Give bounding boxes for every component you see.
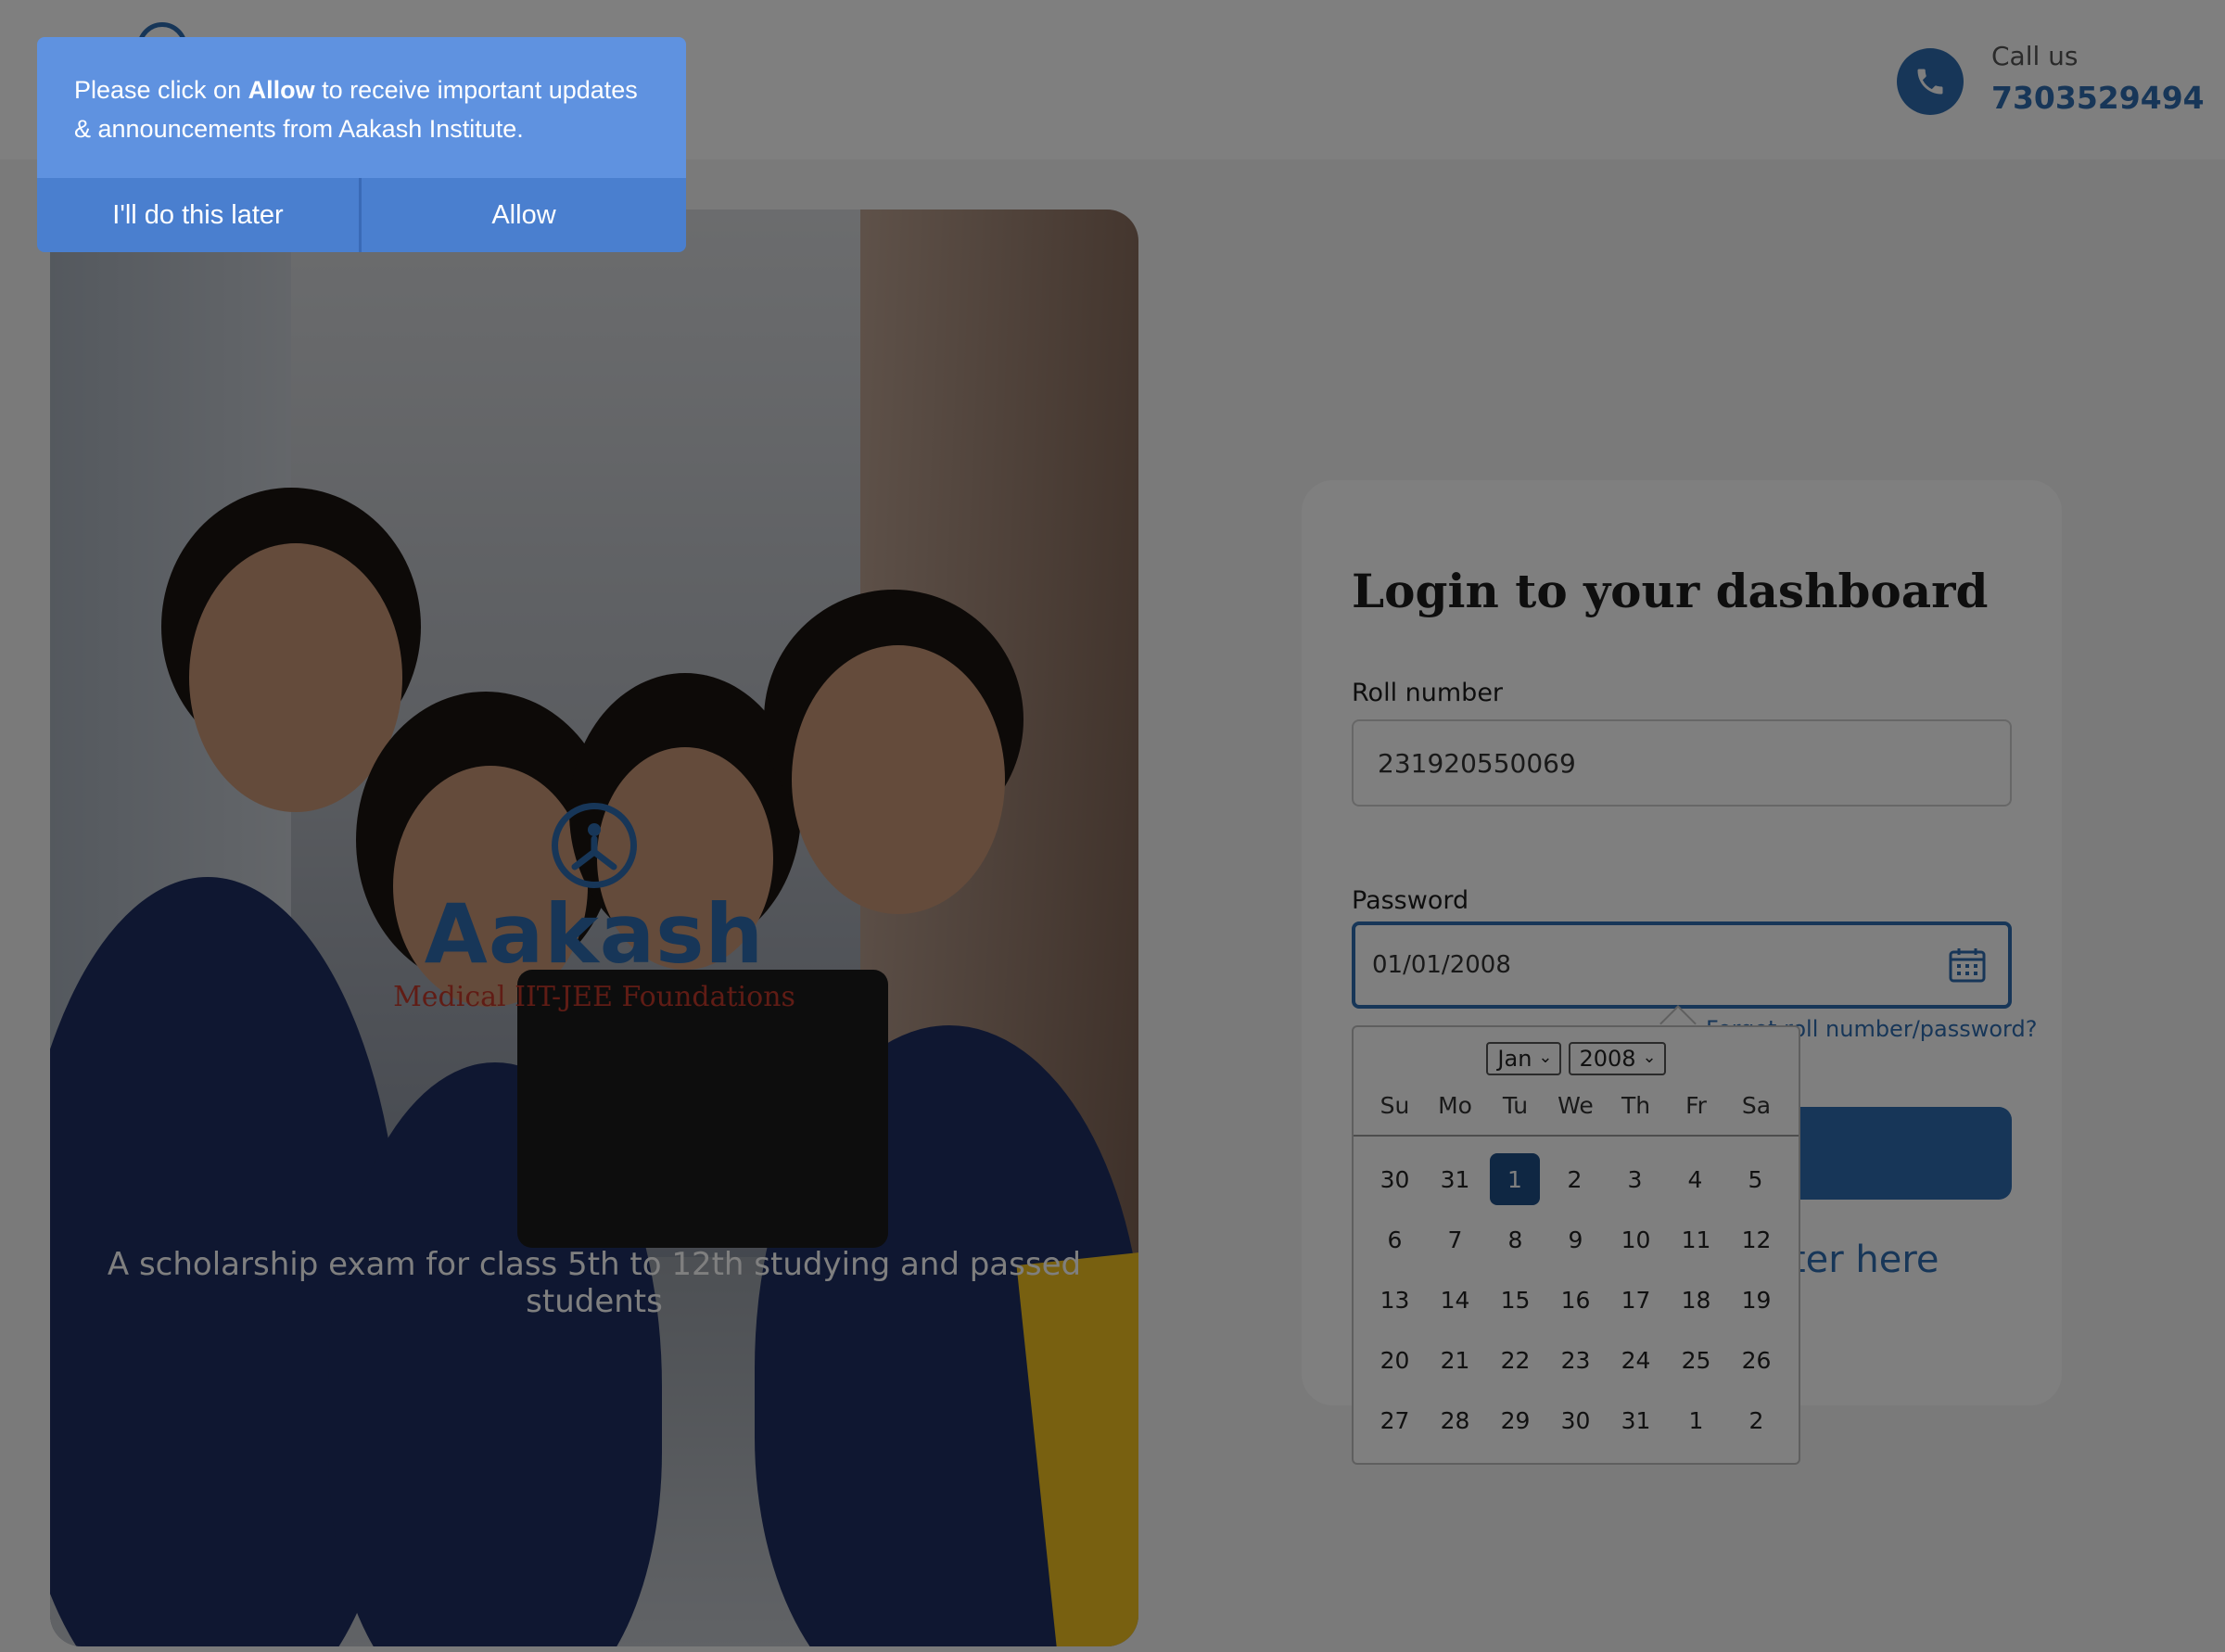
day-cell[interactable]: 12 (1726, 1214, 1786, 1265)
day-cell[interactable]: 5 (1725, 1153, 1786, 1205)
datepicker-header: Jan ⌄ 2008 ⌄ (1354, 1042, 1799, 1075)
day-cell[interactable]: 30 (1365, 1153, 1425, 1205)
day-cell[interactable]: 10 (1606, 1214, 1666, 1265)
day-cell-selected[interactable]: 1 (1490, 1153, 1540, 1205)
hero-image: Aakash Medical IIT-JEE Foundations A sch… (50, 210, 1138, 1646)
day-cell[interactable]: 17 (1606, 1274, 1666, 1326)
call-number-link[interactable]: 7303529494 (1991, 80, 2205, 116)
weekday-label: Sa (1741, 1092, 1772, 1119)
day-cell[interactable]: 6 (1365, 1214, 1425, 1265)
weekday-label: Th (1621, 1092, 1651, 1119)
day-cell[interactable]: 14 (1425, 1274, 1485, 1326)
day-cell[interactable]: 22 (1485, 1334, 1545, 1386)
password-label: Password (1352, 886, 1469, 915)
call-us-label: Call us (1991, 41, 2079, 71)
day-cell[interactable]: 1 (1666, 1394, 1726, 1446)
day-cell[interactable]: 16 (1545, 1274, 1606, 1326)
push-prompt-message: Please click on Allow to receive importa… (37, 37, 686, 178)
day-cell[interactable]: 2 (1545, 1153, 1605, 1205)
do-later-button[interactable]: I'll do this later (37, 178, 362, 252)
day-cell[interactable]: 20 (1365, 1334, 1425, 1386)
day-cell[interactable]: 3 (1605, 1153, 1665, 1205)
day-cell[interactable]: 13 (1365, 1274, 1425, 1326)
login-title: Login to your dashboard (1352, 564, 1989, 618)
allow-button[interactable]: Allow (362, 178, 686, 252)
week-row: 30 31 1 2 3 4 5 (1365, 1153, 1791, 1214)
day-cell[interactable]: 29 (1485, 1394, 1545, 1446)
roll-number-label: Roll number (1352, 679, 1504, 707)
week-row: 20 21 22 23 24 25 26 (1365, 1334, 1791, 1394)
datepicker-grid: 30 31 1 2 3 4 5 6 7 8 9 10 11 12 13 14 1… (1365, 1153, 1791, 1455)
day-cell[interactable]: 7 (1425, 1214, 1485, 1265)
password-input[interactable] (1352, 921, 2012, 1009)
day-cell[interactable]: 21 (1425, 1334, 1485, 1386)
week-row: 27 28 29 30 31 1 2 (1365, 1394, 1791, 1455)
day-cell[interactable]: 11 (1666, 1214, 1726, 1265)
weekday-label: We (1558, 1092, 1594, 1119)
push-prompt-actions: I'll do this later Allow (37, 178, 686, 252)
weekday-header: Su Mo Tu We Th Fr Sa (1354, 1092, 1799, 1137)
push-message-bold: Allow (248, 76, 315, 104)
year-select-value: 2008 (1579, 1046, 1636, 1072)
chevron-down-icon: ⌄ (1538, 1048, 1553, 1067)
day-cell[interactable]: 15 (1485, 1274, 1545, 1326)
phone-icon[interactable] (1897, 48, 1964, 115)
chevron-down-icon: ⌄ (1642, 1048, 1657, 1067)
calendar-icon[interactable] (1949, 947, 1986, 983)
push-message-text: Please click on (74, 76, 248, 104)
month-select[interactable]: Jan ⌄ (1486, 1042, 1562, 1075)
weekday-label: Su (1380, 1092, 1410, 1119)
day-cell[interactable]: 24 (1606, 1334, 1666, 1386)
day-cell[interactable]: 23 (1545, 1334, 1606, 1386)
week-row: 6 7 8 9 10 11 12 (1365, 1214, 1791, 1274)
day-cell[interactable]: 31 (1606, 1394, 1666, 1446)
logo-subtitle: Medical IIT-JEE Foundations (393, 981, 795, 1013)
day-cell[interactable]: 30 (1545, 1394, 1606, 1446)
day-cell[interactable]: 2 (1726, 1394, 1786, 1446)
hero-caption: A scholarship exam for class 5th to 12th… (107, 1246, 1082, 1320)
aakash-logo: Aakash Medical IIT-JEE Foundations (50, 803, 1138, 1013)
datepicker-popup: Jan ⌄ 2008 ⌄ Su Mo Tu We Th Fr Sa 30 31 1 … (1352, 1025, 1800, 1465)
day-cell[interactable]: 31 (1425, 1153, 1485, 1205)
day-cell[interactable]: 19 (1726, 1274, 1786, 1326)
day-cell[interactable]: 27 (1365, 1394, 1425, 1446)
aakash-logo-icon (552, 803, 637, 888)
day-cell[interactable]: 4 (1665, 1153, 1725, 1205)
weekday-label: Tu (1502, 1092, 1529, 1119)
year-select[interactable]: 2008 ⌄ (1568, 1042, 1666, 1075)
logo-wordmark: Aakash (424, 886, 765, 982)
roll-number-input[interactable] (1352, 719, 2012, 807)
month-select-value: Jan (1497, 1046, 1532, 1072)
day-cell[interactable]: 25 (1666, 1334, 1726, 1386)
push-permission-prompt: Please click on Allow to receive importa… (37, 37, 686, 252)
day-cell[interactable]: 18 (1666, 1274, 1726, 1326)
day-cell[interactable]: 9 (1545, 1214, 1606, 1265)
weekday-label: Fr (1685, 1092, 1707, 1119)
week-row: 13 14 15 16 17 18 19 (1365, 1274, 1791, 1334)
day-cell[interactable]: 8 (1485, 1214, 1545, 1265)
weekday-label: Mo (1438, 1092, 1472, 1119)
day-cell[interactable]: 26 (1726, 1334, 1786, 1386)
day-cell[interactable]: 28 (1425, 1394, 1485, 1446)
